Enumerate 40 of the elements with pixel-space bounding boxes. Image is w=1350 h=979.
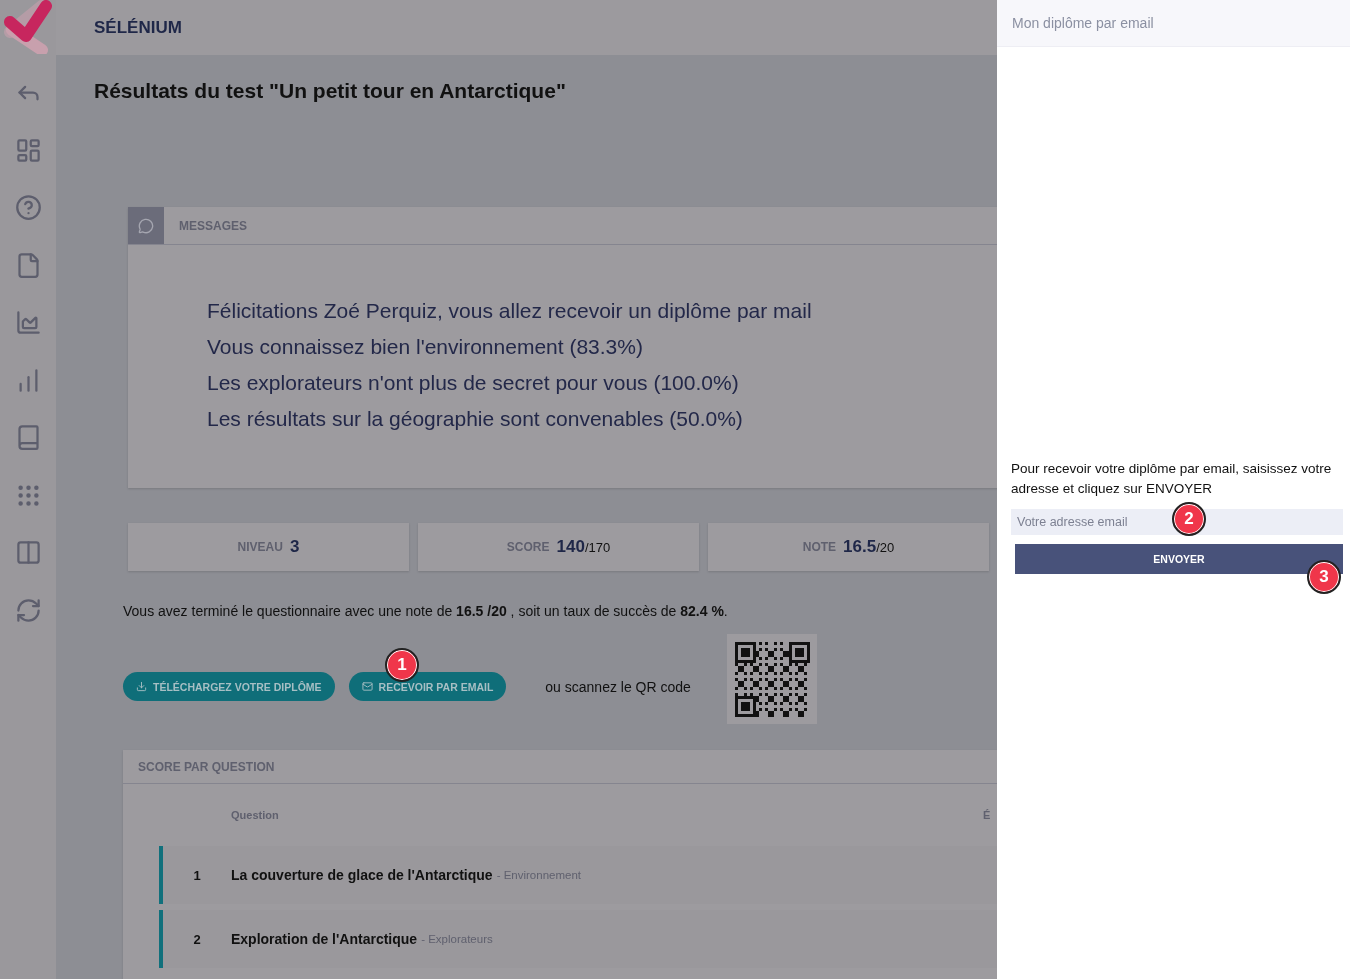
stat-value: 16.5 xyxy=(843,537,877,557)
question-number: 2 xyxy=(192,931,202,947)
email-button[interactable]: RECEVOIR PAR EMAIL xyxy=(348,672,507,701)
card-title: SCORE PAR QUESTION xyxy=(138,759,275,774)
speech-bubble-icon xyxy=(138,217,154,234)
mail-icon xyxy=(361,681,373,692)
stat-value: 140 xyxy=(556,537,585,557)
question-title: La couverture de glace de l'Antarctique xyxy=(231,867,493,883)
instructions: Pour recevoir votre diplôme par email, saisissez votre adresse et cliquez sur ENVOYER xyxy=(1011,460,1333,498)
stat-label: NOTE xyxy=(802,540,837,554)
step-marker: 1 xyxy=(385,648,419,682)
dashboard-icon[interactable] xyxy=(14,136,42,164)
result-summary: Vous avez terminé le questionnaire avec une note de 16.5 /20 , soit un taux de succès de 82.4 %. xyxy=(123,603,729,619)
page-title: Résultats du test "Un petit tour en Antarctique" xyxy=(94,79,567,103)
question-number: 1 xyxy=(192,867,202,883)
download-button[interactable]: TÉLÉCHARGEZ VOTRE DIPLÔME xyxy=(123,672,335,701)
drawer-title: Mon diplôme par email xyxy=(1012,15,1154,31)
logo-icon xyxy=(2,0,54,54)
message-line: Félicitations Zoé Perquiz, vous allez recevoir un diplôme par mail xyxy=(207,298,813,324)
stat-total: /20 xyxy=(876,539,895,555)
stat-label: SCORE xyxy=(506,540,550,554)
download-icon xyxy=(136,681,147,692)
stat-label: NIVEAU xyxy=(237,540,283,554)
message-line: Les explorateurs n'ont plus de secret pour vous (100.0%) xyxy=(207,370,740,396)
column-header: Question xyxy=(231,809,279,821)
column-header: É xyxy=(983,809,991,821)
card-title: MESSAGES xyxy=(179,218,247,233)
question-category: - Explorateurs xyxy=(421,933,493,945)
area-chart-icon[interactable] xyxy=(14,309,42,337)
message-line: Les résultats sur la géographie sont convenables (50.0%) xyxy=(207,406,744,432)
message-line: Vous connaissez bien l'environnement (83.3%) xyxy=(207,334,644,360)
columns-icon[interactable] xyxy=(14,539,42,567)
brand-title: SÉLÉNIUM xyxy=(94,17,182,38)
stat-total: /170 xyxy=(584,539,611,555)
qr-caption: ou scannez le QR code xyxy=(545,678,691,695)
stat-value: 3 xyxy=(289,537,300,557)
help-icon[interactable] xyxy=(14,194,42,222)
question-title: Exploration de l'Antarctique xyxy=(231,931,418,947)
refresh-icon[interactable] xyxy=(14,596,42,624)
question-category: - Environnement xyxy=(496,869,581,881)
